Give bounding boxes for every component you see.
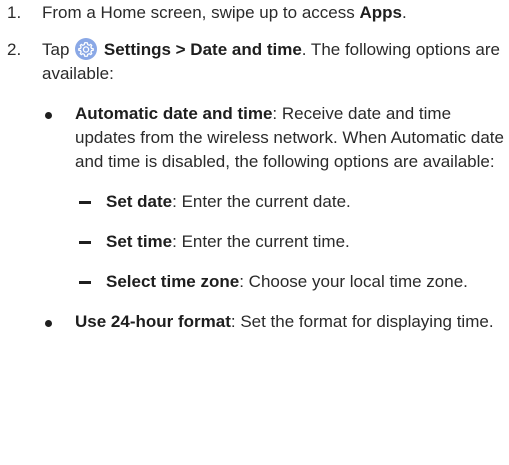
suboption-description: : Enter the current time. bbox=[172, 232, 350, 251]
settings-gear-icon bbox=[75, 38, 98, 60]
suboption-title: Set time bbox=[106, 232, 173, 251]
suboption-description: : Choose your local time zone. bbox=[239, 272, 468, 291]
bullet-dot bbox=[45, 320, 52, 327]
step-text: From a Home screen, swipe up to access bbox=[42, 3, 360, 22]
bullet-dot bbox=[45, 112, 52, 119]
suboption-set-date: Set date: Enter the current date. bbox=[0, 190, 509, 214]
step-number: 2. bbox=[7, 40, 22, 59]
suboption-select-time-zone: Select time zone: Choose your local time… bbox=[0, 270, 509, 294]
step-text: Tap bbox=[42, 40, 75, 59]
settings-path-label: Settings > Date and time bbox=[103, 40, 302, 59]
document-body: 1. From a Home screen, swipe up to acces… bbox=[0, 0, 509, 334]
suboption-title: Select time zone bbox=[106, 272, 240, 291]
dash-marker bbox=[79, 241, 91, 244]
step-2: 2. Tap Settings > Date and time. The fol… bbox=[0, 38, 509, 86]
step-number: 1. bbox=[7, 3, 22, 22]
dash-marker bbox=[79, 281, 91, 284]
option-24-hour-format: Use 24-hour format: Set the format for d… bbox=[0, 310, 509, 334]
option-title: Automatic date and time bbox=[75, 104, 273, 123]
dash-marker bbox=[79, 201, 91, 204]
suboption-description: : Enter the current date. bbox=[172, 192, 351, 211]
option-automatic-date-time: Automatic date and time: Receive date an… bbox=[0, 102, 509, 174]
suboption-title: Set date bbox=[106, 192, 173, 211]
step-1: 1. From a Home screen, swipe up to acces… bbox=[0, 1, 509, 25]
apps-label: Apps bbox=[359, 3, 402, 22]
option-description: : Set the format for displaying time. bbox=[230, 312, 494, 331]
step-text-end: . bbox=[401, 3, 407, 22]
option-title: Use 24-hour format bbox=[75, 312, 231, 331]
suboption-set-time: Set time: Enter the current time. bbox=[0, 230, 509, 254]
